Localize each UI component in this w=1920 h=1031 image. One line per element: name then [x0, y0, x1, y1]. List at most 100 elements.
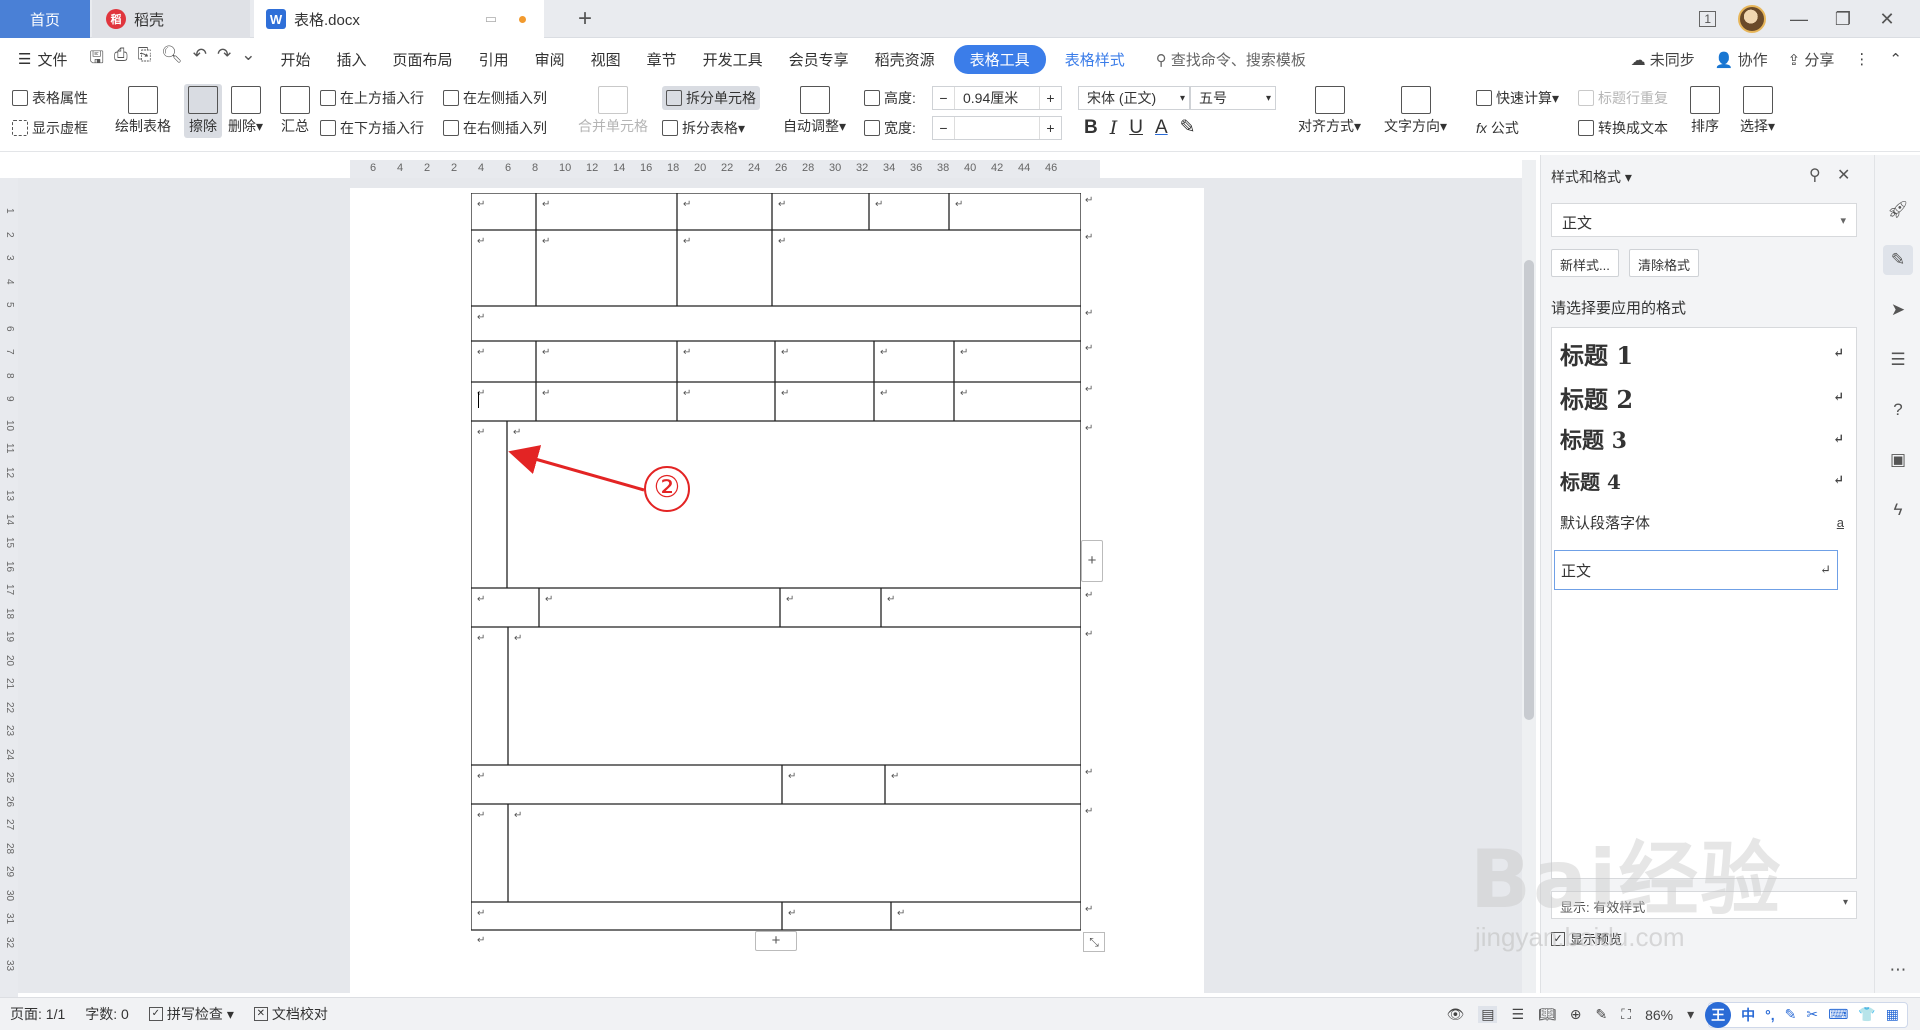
table-props-button[interactable]: 表格属性 [12, 88, 88, 108]
formula-button[interactable]: fx 公式 [1476, 118, 1519, 138]
pin-icon[interactable]: ⚲ [1809, 165, 1821, 185]
page-indicator[interactable]: 页面: 1/1 [0, 1004, 75, 1024]
proofread-button[interactable]: ✕ 文档校对 [244, 1004, 338, 1024]
ime-pen-icon[interactable]: ✎ [1785, 1006, 1797, 1023]
height-increase[interactable]: + [1039, 87, 1061, 109]
menu-review[interactable]: 审阅 [522, 49, 578, 70]
write-view-icon[interactable]: ✎ [1596, 1006, 1608, 1023]
height-decrease[interactable]: − [933, 87, 955, 109]
word-count[interactable]: 字数: 0 [75, 1004, 139, 1024]
split-table-button[interactable]: 拆分表格▾ [662, 118, 745, 138]
file-menu[interactable]: ☰ 文件 [0, 49, 77, 70]
collab-button[interactable]: 👤 协作 [1715, 49, 1768, 70]
menu-reference[interactable]: 引用 [466, 49, 522, 70]
ime-scissors-icon[interactable]: ✂ [1806, 1006, 1818, 1023]
monitor-icon[interactable]: ▭ [485, 11, 497, 27]
tab-table-style[interactable]: 表格样式 [1052, 49, 1138, 70]
sliders-icon[interactable]: ☰ [1883, 345, 1913, 375]
fit-icon[interactable]: ⛶ [1621, 1006, 1631, 1023]
summary-button[interactable]: 汇总 [280, 86, 310, 136]
style-heading-3[interactable]: 标题 3 ↵ [1560, 423, 1844, 455]
outline-view-icon[interactable]: ☰ [1511, 1006, 1524, 1023]
page-view-icon[interactable]: ▤ [1478, 1006, 1498, 1023]
help-icon[interactable]: ? [1883, 395, 1913, 425]
avatar[interactable] [1738, 5, 1766, 33]
delete-button[interactable]: 删除▾ [228, 86, 263, 136]
insert-row-below-button[interactable]: 在下方插入行 [320, 118, 424, 138]
clear-format-button[interactable]: 清除格式 [1629, 249, 1700, 277]
show-grid-button[interactable]: 显示虚框 [12, 118, 88, 138]
height-input[interactable]: −0.94厘米 + [932, 86, 1062, 110]
pen-icon[interactable]: ✎ [1883, 245, 1913, 275]
to-text-button[interactable]: 转换成文本 [1578, 118, 1668, 138]
tab-document[interactable]: W 表格.docx ▭ [254, 0, 544, 38]
style-heading-1[interactable]: 标题 1 ↵ [1560, 336, 1844, 371]
bolt-icon[interactable]: ϟ [1883, 495, 1913, 525]
width-increase[interactable]: + [1039, 117, 1061, 139]
read-view-icon[interactable]: 📖︎ [1538, 1006, 1556, 1023]
ime-keyboard-icon[interactable]: ⌨ [1828, 1006, 1848, 1023]
auto-fit-button[interactable]: 自动调整▾ [783, 86, 846, 136]
ime-skin-icon[interactable]: 👕 [1858, 1006, 1875, 1023]
eye-protection-icon[interactable]: 👁︎ [1446, 1006, 1464, 1023]
width-input[interactable]: − + [932, 116, 1062, 140]
style-default-font[interactable]: 默认段落字体 a [1560, 512, 1844, 533]
font-size-select[interactable]: 五号 ▾ [1190, 86, 1276, 110]
zoom-menu-icon[interactable]: ▾ [1687, 1006, 1694, 1023]
page-count-icon[interactable]: 1 [1699, 11, 1716, 27]
current-style-select[interactable]: 正文 ▾ [1551, 203, 1857, 237]
italic-button[interactable]: I [1110, 117, 1118, 139]
document-table[interactable] [471, 193, 1081, 931]
insert-col-right-button[interactable]: 在右侧插入列 [443, 118, 547, 138]
search-command[interactable]: ⚲ 查找命令、搜索模板 [1138, 49, 1319, 70]
menu-devtools[interactable]: 开发工具 [690, 49, 776, 70]
rocket-icon[interactable]: 🚀︎ [1883, 195, 1913, 225]
quick-calc-button[interactable]: 快速计算▾ [1476, 88, 1559, 108]
pane-title[interactable]: 样式和格式 ▾ [1551, 167, 1632, 187]
menu-insert[interactable]: 插入 [324, 49, 380, 70]
ime-punct[interactable]: °, [1765, 1007, 1775, 1023]
underline-button[interactable]: U [1129, 117, 1143, 139]
menu-member[interactable]: 会员专享 [776, 49, 862, 70]
sort-button[interactable]: 排序 [1690, 86, 1720, 136]
vertical-ruler[interactable]: 1 2 3 4 5 6 7 8 9 10 11 12 13 14 15 16 17 18 19 20 21 22 23 24 2… [0, 178, 18, 998]
spell-check-button[interactable]: ✓ 拼写检查 ▾ [139, 1004, 244, 1024]
undo-icon[interactable]: ↶ [193, 45, 207, 74]
customize-icon[interactable]: ⌄ [241, 45, 255, 74]
align-button[interactable]: 对齐方式▾ [1298, 86, 1361, 136]
ime-mode[interactable]: 中 [1741, 1005, 1755, 1025]
menu-section[interactable]: 章节 [634, 49, 690, 70]
save-icon[interactable]: 🖫 [89, 45, 103, 74]
tab-home[interactable]: 首页 [0, 0, 90, 38]
template-icon[interactable]: ▣ [1883, 445, 1913, 475]
pane-close-icon[interactable]: ✕ [1837, 165, 1850, 185]
more-icon[interactable]: ⋮ [1854, 50, 1869, 68]
menu-daoke-resources[interactable]: 稻壳资源 [862, 49, 948, 70]
print-icon[interactable]: ⎘ [138, 45, 152, 74]
merge-cells-button[interactable]: 合并单元格 [578, 86, 648, 136]
font-color-button[interactable]: A [1155, 117, 1168, 139]
new-tab-button[interactable]: + [570, 0, 600, 38]
ime-toolbar[interactable]: 王 中 °, ✎ ✂ ⌨ 👕 ▦ [1705, 1001, 1908, 1028]
select-button[interactable]: 选择▾ [1740, 86, 1775, 136]
font-name-select[interactable]: 宋体 (正文) ▾ [1078, 86, 1190, 110]
share-button[interactable]: ⇪ 分享 [1788, 49, 1835, 70]
web-view-icon[interactable]: ⊕ [1570, 1006, 1582, 1023]
scroll-thumb[interactable] [1524, 260, 1534, 720]
horizontal-ruler[interactable]: 6 4 2 2 4 6 8 10 12 14 16 18 20 22 24 26 28 30 32 34 36 38 40 4… [350, 160, 1100, 178]
redo-icon[interactable]: ↷ [217, 45, 231, 74]
minimize-icon[interactable]: — [1788, 9, 1810, 30]
text-direction-button[interactable]: 文字方向▾ [1384, 86, 1447, 136]
highlight-icon[interactable]: ✎ [1180, 116, 1196, 139]
erase-button[interactable]: 擦除 [184, 84, 222, 138]
preview-icon[interactable]: 🔍︎ [161, 45, 183, 74]
style-normal[interactable]: 正文 ↵ [1554, 550, 1838, 590]
more-dots-icon[interactable]: ⋯ [1883, 955, 1913, 985]
close-icon[interactable]: ✕ [1876, 9, 1898, 30]
repeat-title-button[interactable]: 标题行重复 [1578, 88, 1668, 108]
zoom-level[interactable]: 86% [1645, 1007, 1673, 1023]
collapse-ribbon-icon[interactable]: ⌃ [1889, 50, 1902, 68]
add-column-button[interactable]: + [1081, 540, 1103, 582]
new-style-button[interactable]: 新样式... [1551, 249, 1619, 277]
style-heading-4[interactable]: 标题 4 ↵ [1560, 466, 1844, 495]
